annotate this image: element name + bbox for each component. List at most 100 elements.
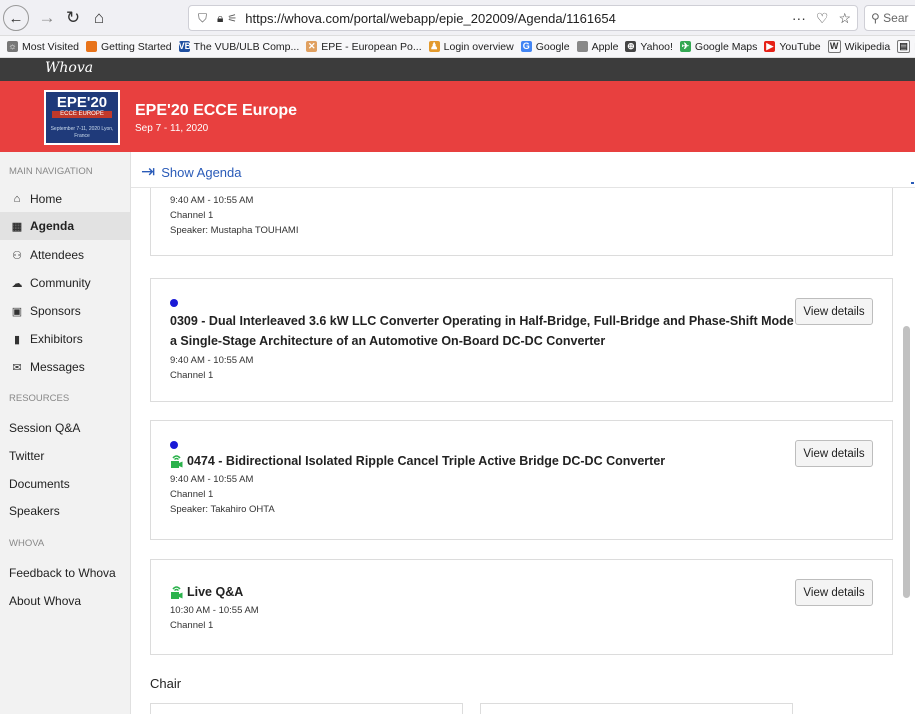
bookmark-label: Most Visited: [22, 40, 79, 53]
live-video-icon: [171, 586, 183, 600]
home-icon: ⌂: [13, 193, 21, 205]
session-title-text[interactable]: 0474 - Bidirectional Isolated Ripple Can…: [187, 454, 665, 468]
sidebar-item-exhibitors[interactable]: ▮ Exhibitors: [0, 325, 130, 353]
bookmark-favicon-icon: [576, 41, 588, 52]
bookmark-label: Apple: [591, 40, 619, 53]
home-button[interactable]: ⌂: [88, 5, 110, 31]
bookmark-item[interactable]: ▶ YouTube: [764, 40, 821, 53]
session-title[interactable]: 0474 - Bidirectional Isolated Ripple Can…: [170, 451, 665, 471]
sidebar-item-agenda[interactable]: ▦ Agenda: [0, 212, 130, 240]
bookmark-label: Yahoo!: [640, 40, 673, 53]
bookmark-item[interactable]: W Wikipedia: [827, 40, 891, 53]
whova-heading: WHOVA: [9, 538, 45, 549]
bookmark-favicon-icon: ▤: [897, 40, 911, 53]
sidebar-item-sponsors[interactable]: ▣ Sponsors: [0, 297, 130, 325]
bookmark-label: Google Maps: [694, 40, 758, 53]
session-speaker: Speaker: Takahiro OHTA: [170, 504, 275, 515]
more-icon[interactable]: ···: [792, 10, 806, 26]
bookmark-label: Login overview: [443, 40, 514, 53]
bookmark-favicon-icon: W: [827, 40, 841, 53]
view-details-button[interactable]: View details: [795, 298, 873, 325]
pocket-icon[interactable]: ♡: [816, 10, 829, 27]
sidebar-link-documents[interactable]: Documents: [9, 477, 70, 491]
url-text[interactable]: https://whova.com/portal/webapp/epie_202…: [245, 11, 616, 26]
sidebar-item-label: Attendees: [30, 248, 85, 262]
sidebar-link-session-qa[interactable]: Session Q&A: [9, 421, 80, 435]
session-card: 0309 - Dual Interleaved 3.6 kW LLC Conve…: [150, 278, 893, 402]
chair-card[interactable]: [150, 703, 463, 714]
bookmark-item[interactable]: ✈ Google Maps: [679, 40, 758, 53]
bookmark-item[interactable]: VB The VUB/ULB Comp...: [178, 40, 300, 53]
view-details-button[interactable]: View details: [795, 440, 873, 467]
arrow-right-bar-icon: ⇥: [141, 162, 156, 181]
bookmark-label: Google: [535, 40, 570, 53]
search-placeholder: Sear: [883, 11, 909, 25]
sidebar-item-attendees[interactable]: ⚇ Attendees: [0, 241, 130, 269]
session-channel: Channel 1: [170, 489, 214, 500]
reload-icon: ↻: [65, 8, 81, 27]
bookmark-favicon-icon: ▶: [764, 41, 776, 52]
sidebar-link-twitter[interactable]: Twitter: [9, 449, 44, 463]
status-dot: [170, 299, 178, 307]
permissions-icon[interactable]: ⚟: [227, 12, 237, 25]
status-dot: [170, 441, 178, 449]
session-title[interactable]: 0309 - Dual Interleaved 3.6 kW LLC Conve…: [170, 311, 811, 331]
sidebar-item-home[interactable]: ⌂ Home: [0, 185, 130, 213]
bookmark-item[interactable]: Apple: [576, 40, 619, 53]
session-channel: Channel 1: [170, 370, 214, 381]
chair-heading: Chair: [150, 676, 182, 691]
event-logo-small: September 7-11, 2020 Lyon, France: [50, 126, 114, 139]
sidebar-item-label: Community: [30, 276, 91, 290]
bookmark-item[interactable]: ♟ Login overview: [428, 40, 514, 53]
scrollbar-thumb[interactable]: [903, 326, 910, 598]
chair-card[interactable]: [480, 703, 793, 714]
forward-button[interactable]: →: [36, 5, 58, 31]
building-icon: ▮: [13, 333, 21, 346]
whova-logo[interactable]: Whova: [45, 60, 93, 76]
bookmark-favicon-icon: ♟: [428, 41, 440, 52]
edge-indicator: [911, 182, 914, 184]
back-button[interactable]: ←: [3, 5, 29, 31]
sidebar-link-about[interactable]: About Whova: [9, 594, 81, 608]
bookmark-label: YouTube: [779, 40, 821, 53]
url-bar[interactable]: ⛉ 🔒︎ ⚟ https://whova.com/portal/webapp/e…: [188, 5, 858, 31]
bookmark-favicon-icon: ✕: [306, 41, 318, 52]
main-navigation-heading: MAIN NAVIGATION: [9, 166, 93, 177]
bookmark-item[interactable]: G Google: [520, 40, 570, 53]
shield-icon[interactable]: ⛉: [198, 11, 207, 26]
home-icon: ⌂: [93, 8, 105, 27]
session-time: 9:40 AM - 10:55 AM: [170, 195, 254, 206]
bookmark-label: The VUB/ULB Comp...: [193, 40, 300, 53]
arrow-right-icon: →: [38, 8, 56, 27]
sidebar-item-messages[interactable]: ✉ Messages: [0, 353, 130, 381]
reload-button[interactable]: ↻: [62, 5, 84, 31]
bookmark-label: Wikipedia: [844, 40, 891, 53]
bookmark-item[interactable]: ☼ Most Visited: [7, 41, 79, 53]
session-title-cont[interactable]: a Single-Stage Architecture of an Automo…: [170, 331, 605, 351]
bookmark-item[interactable]: ▤News: [897, 40, 915, 53]
show-agenda-link[interactable]: ⇥ Show Agenda: [141, 162, 241, 182]
session-channel: Channel 1: [170, 210, 214, 221]
sponsor-icon: ▣: [11, 305, 23, 318]
bookmark-favicon-icon: VB: [178, 41, 192, 52]
envelope-icon: ✉: [12, 361, 22, 374]
main-content: ⇥ Show Agenda 9:40 AM - 10:55 AM Channel…: [131, 152, 915, 714]
view-details-button[interactable]: View details: [795, 579, 873, 606]
bookmarks-bar: ☼ Most Visited Getting Started VB The VUB/UL…: [0, 36, 915, 58]
calendar-icon: ▦: [11, 220, 23, 233]
lock-icon[interactable]: 🔒︎: [217, 11, 223, 26]
session-title-text[interactable]: Live Q&A: [187, 585, 243, 599]
session-speaker: Speaker: Mustapha TOUHAMI: [170, 225, 299, 236]
bookmark-item[interactable]: ⊕ Yahoo!: [625, 41, 673, 53]
bookmark-star-icon[interactable]: ☆: [838, 10, 851, 27]
sidebar-item-community[interactable]: ☁ Community: [0, 269, 130, 297]
bookmark-item[interactable]: ✕ EPE - European Po...: [306, 41, 422, 53]
event-logo-sub: ECCE EUROPE: [52, 111, 112, 118]
search-input[interactable]: ⚲ Sear: [864, 5, 915, 31]
session-title[interactable]: Live Q&A: [170, 582, 243, 602]
users-icon: ⚇: [12, 249, 22, 262]
sidebar-link-feedback[interactable]: Feedback to Whova: [9, 566, 116, 580]
sidebar-item-label: Agenda: [30, 219, 75, 233]
sidebar-link-speakers[interactable]: Speakers: [9, 504, 60, 518]
bookmark-item[interactable]: Getting Started: [86, 41, 172, 53]
